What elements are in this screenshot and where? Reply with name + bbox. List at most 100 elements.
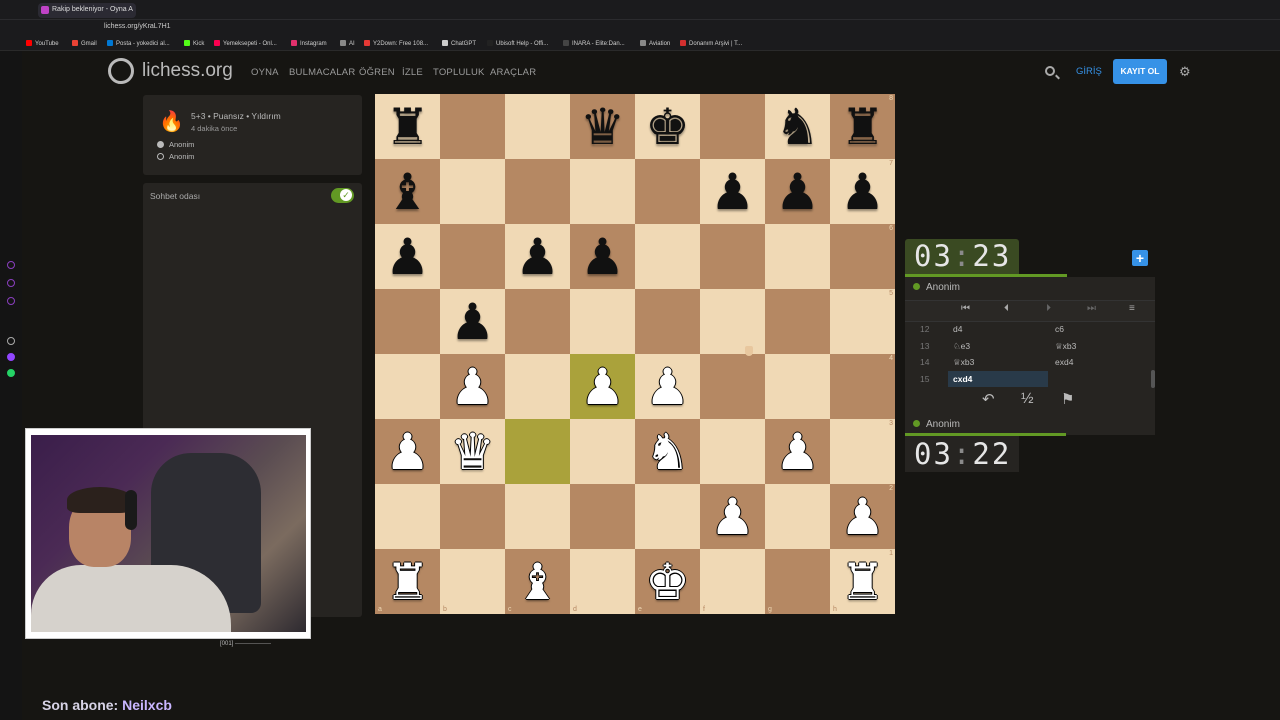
- white-bishop-icon[interactable]: ♝: [505, 549, 570, 614]
- bookmark-item[interactable]: Ubisoft Help - Offi...: [487, 40, 548, 47]
- square-e6[interactable]: [635, 224, 700, 289]
- white-rook-icon[interactable]: ♜: [830, 549, 895, 614]
- black-pawn-icon[interactable]: ♟: [440, 289, 505, 354]
- square-b2[interactable]: [440, 484, 505, 549]
- square-c6[interactable]: ♟: [505, 224, 570, 289]
- bookmark-item[interactable]: Posta - yokedici al...: [107, 40, 170, 47]
- black-rook-icon[interactable]: ♜: [375, 94, 440, 159]
- square-a8[interactable]: ♜: [375, 94, 440, 159]
- bookmark-item[interactable]: Y2Down: Free 108...: [364, 40, 428, 47]
- next-move-icon[interactable]: ⏵: [1046, 303, 1051, 314]
- square-e1[interactable]: ♚ e: [635, 549, 700, 614]
- square-g3[interactable]: ♟: [765, 419, 830, 484]
- signup-button[interactable]: KAYIT OL: [1113, 59, 1167, 84]
- white-pawn-icon[interactable]: ♟: [830, 484, 895, 549]
- sidebar-app-icon[interactable]: [7, 297, 15, 305]
- nav-puzzles[interactable]: BULMACALAR: [289, 67, 355, 78]
- white-pawn-icon[interactable]: ♟: [765, 419, 830, 484]
- square-e4[interactable]: ♟: [635, 354, 700, 419]
- square-e5[interactable]: [635, 289, 700, 354]
- square-d2[interactable]: [570, 484, 635, 549]
- black-pawn-icon[interactable]: ♟: [700, 159, 765, 224]
- url-text[interactable]: lichess.org/yKraL7H1: [104, 23, 171, 30]
- square-d5[interactable]: [570, 289, 635, 354]
- square-c7[interactable]: [505, 159, 570, 224]
- square-h4[interactable]: 4: [830, 354, 895, 419]
- square-d7[interactable]: [570, 159, 635, 224]
- last-move-icon[interactable]: ⏭: [1087, 303, 1096, 314]
- bookmark-item[interactable]: ChatGPT: [442, 40, 476, 47]
- sidebar-app-icon[interactable]: [7, 261, 15, 269]
- square-h3[interactable]: 3: [830, 419, 895, 484]
- nav-community[interactable]: TOPLULUK: [433, 67, 485, 78]
- square-f5[interactable]: [700, 289, 765, 354]
- white-rook-icon[interactable]: ♜: [375, 549, 440, 614]
- square-d4[interactable]: ♟: [570, 354, 635, 419]
- black-pawn-icon[interactable]: ♟: [375, 224, 440, 289]
- white-pawn-icon[interactable]: ♟: [375, 419, 440, 484]
- square-h8[interactable]: ♜ 8: [830, 94, 895, 159]
- square-b3[interactable]: ♛: [440, 419, 505, 484]
- bookmark-item[interactable]: Instagram: [291, 40, 327, 47]
- black-pawn-icon[interactable]: ♟: [765, 159, 830, 224]
- square-g5[interactable]: [765, 289, 830, 354]
- bookmark-item[interactable]: Gmail: [72, 40, 97, 47]
- square-a1[interactable]: ♜ a: [375, 549, 440, 614]
- square-f4[interactable]: [700, 354, 765, 419]
- bookmark-item[interactable]: YouTube: [26, 40, 59, 47]
- bookmark-item[interactable]: INARA - Elite:Dan...: [563, 40, 625, 47]
- bookmark-item[interactable]: Donanım Arşivi | T...: [680, 40, 742, 47]
- white-queen-icon[interactable]: ♛: [440, 419, 505, 484]
- square-b6[interactable]: [440, 224, 505, 289]
- square-e8[interactable]: ♚: [635, 94, 700, 159]
- square-a6[interactable]: ♟: [375, 224, 440, 289]
- nav-tools[interactable]: ARAÇLAR: [490, 67, 536, 78]
- square-h5[interactable]: 5: [830, 289, 895, 354]
- takeback-icon[interactable]: ↶: [982, 390, 995, 408]
- square-h7[interactable]: ♟ 7: [830, 159, 895, 224]
- first-move-icon[interactable]: ⏮: [961, 303, 970, 314]
- square-c2[interactable]: [505, 484, 570, 549]
- black-move[interactable]: c6: [1055, 324, 1064, 334]
- white-king-icon[interactable]: ♚: [635, 549, 700, 614]
- square-a4[interactable]: [375, 354, 440, 419]
- square-b7[interactable]: [440, 159, 505, 224]
- menu-icon[interactable]: ≡: [1129, 303, 1135, 314]
- white-move[interactable]: ♕xb3: [953, 357, 974, 368]
- square-h2[interactable]: ♟ 2: [830, 484, 895, 549]
- white-move[interactable]: ♘e3: [953, 341, 970, 352]
- move-list-scrollbar[interactable]: [1151, 370, 1155, 388]
- square-g6[interactable]: [765, 224, 830, 289]
- square-a3[interactable]: ♟: [375, 419, 440, 484]
- white-pawn-icon[interactable]: ♟: [440, 354, 505, 419]
- square-d8[interactable]: ♛: [570, 94, 635, 159]
- square-c8[interactable]: [505, 94, 570, 159]
- player-white[interactable]: Anonim: [157, 140, 194, 149]
- bookmark-item[interactable]: Kick: [184, 40, 204, 47]
- square-h6[interactable]: 6: [830, 224, 895, 289]
- black-queen-icon[interactable]: ♛: [570, 94, 635, 159]
- square-b1[interactable]: b: [440, 549, 505, 614]
- black-rook-icon[interactable]: ♜: [830, 94, 895, 159]
- square-b4[interactable]: ♟: [440, 354, 505, 419]
- square-e3[interactable]: ♞: [635, 419, 700, 484]
- nav-play[interactable]: OYNA: [251, 67, 279, 78]
- white-pawn-icon[interactable]: ♟: [570, 354, 635, 419]
- chat-toggle[interactable]: [331, 188, 354, 203]
- resign-flag-icon[interactable]: ⚑: [1061, 390, 1074, 408]
- square-g2[interactable]: [765, 484, 830, 549]
- square-f3[interactable]: [700, 419, 765, 484]
- search-icon[interactable]: [1045, 66, 1055, 76]
- square-f2[interactable]: ♟: [700, 484, 765, 549]
- black-pawn-icon[interactable]: ♟: [505, 224, 570, 289]
- white-move[interactable]: cxd4: [953, 374, 972, 384]
- black-knight-icon[interactable]: ♞: [765, 94, 830, 159]
- sidebar-app-icon[interactable]: [7, 337, 15, 345]
- square-g7[interactable]: ♟: [765, 159, 830, 224]
- square-f7[interactable]: ♟: [700, 159, 765, 224]
- bookmark-item[interactable]: Aviation: [640, 40, 670, 47]
- square-a2[interactable]: [375, 484, 440, 549]
- black-move[interactable]: exd4: [1055, 357, 1073, 367]
- black-bishop-icon[interactable]: ♝: [375, 159, 440, 224]
- square-g1[interactable]: g: [765, 549, 830, 614]
